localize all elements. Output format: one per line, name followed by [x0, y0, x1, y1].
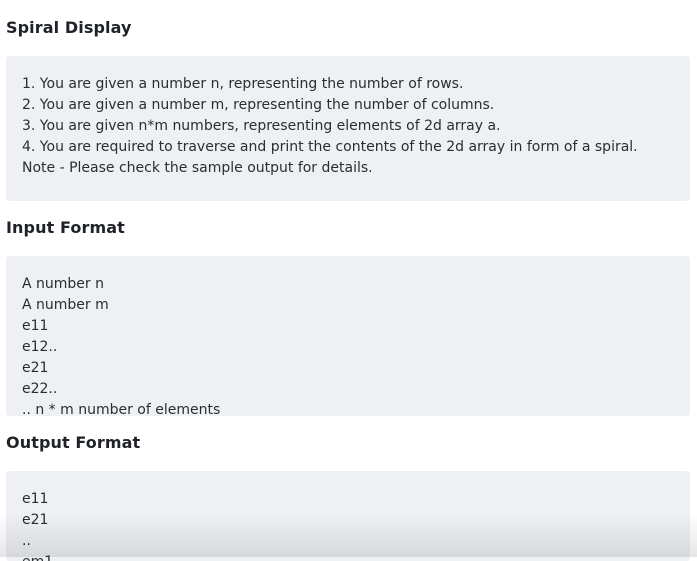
- output-format-title: Output Format: [6, 433, 141, 452]
- description-panel: 1. You are given a number n, representin…: [6, 56, 690, 201]
- problem-title: Spiral Display: [6, 18, 132, 37]
- output-format-panel: e11 e21 .. em1: [6, 471, 690, 561]
- description-line: 2. You are given a number m, representin…: [22, 97, 495, 113]
- input-format-line: .. n * m number of elements: [22, 402, 221, 416]
- description-line: 1. You are given a number n, representin…: [22, 76, 464, 92]
- input-format-line: e12..: [22, 339, 58, 355]
- input-format-line: A number m: [22, 297, 109, 313]
- output-format-line: e11: [22, 491, 49, 507]
- input-format-panel: A number n A number m e11 e12.. e21 e22.…: [6, 256, 690, 416]
- input-format-line: e11: [22, 318, 49, 334]
- description-line: 3. You are given n*m numbers, representi…: [22, 118, 501, 134]
- output-format-line: ..: [22, 533, 31, 549]
- description-note: Note - Please check the sample output fo…: [22, 160, 373, 176]
- input-format-line: e22..: [22, 381, 58, 397]
- input-format-title: Input Format: [6, 218, 125, 237]
- input-format-line: A number n: [22, 276, 104, 292]
- description-line: 4. You are required to traverse and prin…: [22, 139, 638, 155]
- output-format-line: e21: [22, 512, 49, 528]
- input-format-line: e21: [22, 360, 49, 376]
